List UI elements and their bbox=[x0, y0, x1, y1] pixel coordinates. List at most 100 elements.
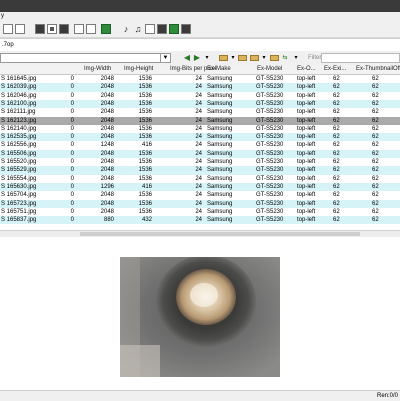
image-icon[interactable] bbox=[181, 24, 191, 34]
table-cell: 2048 bbox=[100, 84, 114, 91]
table-cell: 0 bbox=[70, 192, 74, 199]
column-header[interactable]: Ex-O... bbox=[297, 65, 323, 74]
table-cell: 2048 bbox=[100, 200, 114, 207]
table-row[interactable]: S 162556.jpg 0 1248 416 24 Samsung GT-S5230 top… bbox=[0, 141, 400, 149]
table-row[interactable]: S 165837.jpg 0 880 432 24 Samsung GT-S5230 top-… bbox=[0, 216, 400, 225]
column-header[interactable]: Ex-Exi... bbox=[324, 65, 356, 74]
folder-combo[interactable]: ▼ bbox=[0, 53, 171, 63]
column-header[interactable]: Img-Height bbox=[124, 65, 164, 74]
image-icon[interactable] bbox=[47, 24, 57, 34]
table-row[interactable]: S 165529.jpg 0 2048 1536 24 Samsung GT-S5230 to… bbox=[0, 166, 400, 175]
table-cell: 24 bbox=[195, 100, 202, 107]
filter-input[interactable] bbox=[321, 53, 400, 63]
table-cell: 1536 bbox=[138, 76, 152, 82]
table-cell: 24 bbox=[195, 117, 202, 124]
table-cell: GT-S5230 bbox=[256, 217, 284, 224]
table-row[interactable]: S 162535.jpg 0 2048 1536 24 Samsung GT-S5230 to… bbox=[0, 133, 400, 142]
file-table: Img-Width Img-Height Img-Bits per pixel … bbox=[0, 65, 400, 230]
image-icon[interactable] bbox=[157, 24, 167, 34]
dropdown-arrow-icon[interactable]: ▾ bbox=[292, 54, 300, 62]
table-row[interactable]: S 162140.jpg 0 2048 1536 24 Samsung GT-S5230 to… bbox=[0, 125, 400, 133]
table-cell: 1536 bbox=[138, 92, 152, 99]
column-header[interactable]: Ex-Model bbox=[257, 65, 297, 74]
chevron-down-icon[interactable]: ▼ bbox=[160, 54, 170, 62]
table-cell: 62 bbox=[333, 100, 340, 107]
page-icon[interactable] bbox=[74, 24, 84, 34]
table-cell: GT-S5230 bbox=[256, 92, 284, 99]
frame-icon[interactable] bbox=[3, 24, 13, 34]
back-arrow-icon[interactable]: ◀ bbox=[183, 54, 191, 62]
table-cell: 2048 bbox=[100, 175, 114, 182]
monitor-icon[interactable] bbox=[169, 24, 179, 34]
path-text: .7op bbox=[2, 42, 14, 48]
table-cell: top-left bbox=[297, 150, 316, 157]
table-cell: 1536 bbox=[138, 208, 152, 215]
table-cell: GT-S5230 bbox=[256, 84, 284, 91]
table-cell: 24 bbox=[195, 159, 202, 165]
table-cell: 24 bbox=[195, 134, 202, 141]
table-cell: 1536 bbox=[138, 150, 152, 157]
image-icon[interactable] bbox=[59, 24, 69, 34]
table-cell: top-left bbox=[297, 200, 316, 207]
table-row[interactable]: S 161645.jpg 0 2048 1536 24 Samsung GT-S5230 to… bbox=[0, 75, 400, 83]
table-cell: 0 bbox=[70, 167, 74, 174]
table-row[interactable]: S 162100.jpg 0 2048 1536 24 Samsung GT-S5230 to… bbox=[0, 99, 400, 109]
table-cell: 62 bbox=[333, 84, 340, 91]
sync-icon[interactable]: ⇆ bbox=[281, 54, 289, 62]
table-row[interactable]: S 165554.jpg 0 2048 1536 24 Samsung GT-S5230 to… bbox=[0, 175, 400, 183]
table-cell: 62 bbox=[333, 117, 340, 124]
dropdown-arrow-icon[interactable]: ▾ bbox=[203, 54, 211, 62]
table-cell: 62 bbox=[333, 159, 340, 165]
table-row[interactable]: S 162123.jpg 0 2048 1536 24 Samsung GT-S5230 to… bbox=[0, 116, 400, 125]
table-cell: Samsung bbox=[207, 167, 233, 174]
dropdown-arrow-icon[interactable]: ▾ bbox=[229, 54, 237, 62]
path-field[interactable]: .7op bbox=[0, 38, 400, 52]
table-cell: 0 bbox=[70, 183, 74, 190]
forward-arrow-icon[interactable]: ▶ bbox=[193, 54, 201, 62]
table-cell: 1536 bbox=[138, 84, 152, 91]
table-row[interactable]: S 165520.jpg 0 2048 1536 24 Samsung GT-S5230 to… bbox=[0, 158, 400, 166]
dropdown-arrow-icon[interactable]: ▾ bbox=[260, 54, 268, 62]
table-cell: top-left bbox=[297, 92, 316, 99]
folder-icon[interactable] bbox=[270, 55, 279, 61]
image-preview bbox=[0, 237, 400, 390]
person-icon[interactable] bbox=[101, 24, 111, 34]
menu-item[interactable]: y bbox=[1, 12, 4, 21]
table-cell: 62 bbox=[372, 92, 379, 99]
folder-icon[interactable] bbox=[250, 55, 259, 61]
table-cell: 1536 bbox=[138, 100, 152, 107]
table-cell: 62 bbox=[333, 208, 340, 215]
table-cell: 62 bbox=[372, 150, 379, 157]
column-header[interactable]: Ex-Make bbox=[207, 65, 247, 74]
table-cell: GT-S5230 bbox=[256, 208, 284, 215]
image-icon[interactable] bbox=[35, 24, 45, 34]
title-bar bbox=[0, 0, 400, 12]
table-cell: 1536 bbox=[138, 200, 152, 207]
table-row[interactable]: S 162111.jpg 0 2048 1536 24 Samsung GT-S5230 to… bbox=[0, 108, 400, 116]
table-row[interactable]: S 165630.jpg 0 1296 416 24 Samsung GT-S5230 top… bbox=[0, 182, 400, 192]
table-row[interactable]: S 162039.jpg 0 2048 1536 24 Samsung GT-S5230 to… bbox=[0, 83, 400, 92]
film-strip-icon[interactable] bbox=[145, 24, 155, 34]
column-header[interactable]: Img-Width bbox=[84, 65, 124, 74]
table-row[interactable]: S 165704.jpg 0 2048 1536 24 Samsung GT-S5230 to… bbox=[0, 191, 400, 199]
table-cell: top-left bbox=[297, 208, 316, 215]
column-header[interactable]: Ex-ThumbnailOffset bbox=[356, 65, 400, 74]
table-cell: 0 bbox=[70, 117, 74, 124]
table-row[interactable]: S 165723.jpg 0 2048 1536 24 Samsung GT-S5230 to… bbox=[0, 199, 400, 208]
table-row[interactable]: S 165751.jpg 0 2048 1536 24 Samsung GT-S5230 to… bbox=[0, 208, 400, 216]
frame-icon[interactable] bbox=[15, 24, 25, 34]
table-cell: 0 bbox=[70, 92, 74, 99]
horizontal-scrollbar[interactable] bbox=[0, 230, 400, 237]
scrollbar-thumb[interactable] bbox=[80, 232, 360, 236]
film-icon[interactable] bbox=[86, 24, 96, 34]
folder-icon[interactable] bbox=[238, 55, 247, 61]
table-cell: 62 bbox=[372, 192, 379, 199]
music-note-icon[interactable]: ♪ bbox=[121, 24, 131, 34]
folder-icon[interactable] bbox=[219, 55, 228, 61]
music-note-icon[interactable]: ♫ bbox=[133, 24, 143, 34]
table-row[interactable]: S 165506.jpg 0 2048 1536 24 Samsung GT-S5230 to… bbox=[0, 149, 400, 158]
table-cell: 62 bbox=[333, 175, 340, 182]
table-cell: Samsung bbox=[207, 150, 233, 157]
table-cell: 2048 bbox=[100, 76, 114, 82]
table-row[interactable]: S 162046.jpg 0 2048 1536 24 Samsung GT-S5230 to… bbox=[0, 92, 400, 100]
